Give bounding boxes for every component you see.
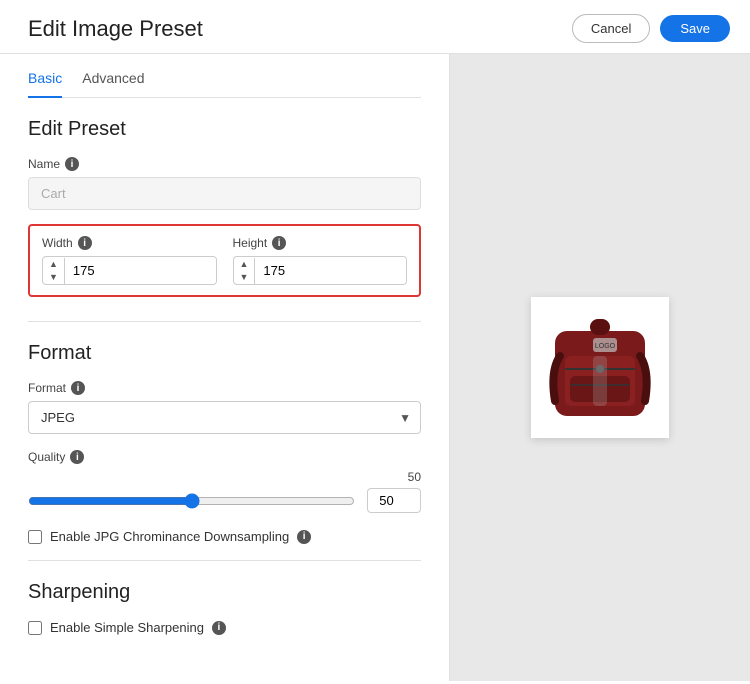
page-title: Edit Image Preset	[28, 16, 203, 42]
width-spinner: ▲ ▼	[43, 258, 65, 284]
height-input-wrap: ▲ ▼	[233, 256, 408, 285]
section-title-format: Format	[28, 342, 421, 365]
simple-sharpening-row: Enable Simple Sharpening i	[28, 620, 421, 635]
height-increment-button[interactable]: ▲	[234, 258, 255, 271]
tab-bar: Basic Advanced	[28, 54, 421, 98]
format-select-wrap: JPEG PNG GIF WebP ▼	[28, 401, 421, 434]
quality-value-label: 50	[28, 470, 421, 484]
height-field: Height i ▲ ▼	[233, 236, 408, 285]
divider-2	[28, 560, 421, 561]
name-input[interactable]	[28, 177, 421, 210]
chrominance-label: Enable JPG Chrominance Downsampling	[50, 529, 289, 544]
width-info-icon: i	[78, 236, 92, 250]
preview-panel: LOGO	[450, 54, 750, 681]
page-header: Edit Image Preset Cancel Save	[0, 0, 750, 54]
chrominance-info-icon: i	[297, 530, 311, 544]
cancel-button[interactable]: Cancel	[572, 14, 650, 43]
tab-advanced[interactable]: Advanced	[82, 70, 144, 98]
sharpening-info-icon: i	[212, 621, 226, 635]
width-input-wrap: ▲ ▼	[42, 256, 217, 285]
section-title-edit-preset: Edit Preset	[28, 118, 421, 141]
name-label: Name i	[28, 157, 421, 171]
backpack-preview-image: LOGO	[535, 301, 665, 431]
width-increment-button[interactable]: ▲	[43, 258, 64, 271]
quality-info-icon: i	[70, 450, 84, 464]
chrominance-row: Enable JPG Chrominance Downsampling i	[28, 529, 421, 544]
height-label: Height i	[233, 236, 408, 250]
quality-input[interactable]	[367, 488, 421, 513]
height-decrement-button[interactable]: ▼	[234, 271, 255, 284]
width-decrement-button[interactable]: ▼	[43, 271, 64, 284]
format-label: Format i	[28, 381, 421, 395]
quality-row	[28, 488, 421, 513]
quality-slider[interactable]	[28, 493, 355, 509]
format-info-icon: i	[71, 381, 85, 395]
main-layout: Basic Advanced Edit Preset Name i Width …	[0, 54, 750, 681]
height-spinner: ▲ ▼	[234, 258, 256, 284]
tab-basic[interactable]: Basic	[28, 70, 62, 98]
quality-section: 50	[28, 470, 421, 513]
chrominance-checkbox[interactable]	[28, 530, 42, 544]
format-section: Format Format i JPEG PNG GIF WebP ▼ Qual…	[28, 342, 421, 544]
height-info-icon: i	[272, 236, 286, 250]
preview-image-box: LOGO	[531, 297, 669, 438]
quality-label: Quality i	[28, 450, 421, 464]
format-select[interactable]: JPEG PNG GIF WebP	[28, 401, 421, 434]
svg-text:LOGO: LOGO	[595, 343, 616, 350]
header-actions: Cancel Save	[572, 14, 730, 43]
edit-preset-section: Edit Preset Name i Width i ▲	[28, 118, 421, 297]
name-info-icon: i	[65, 157, 79, 171]
divider-1	[28, 321, 421, 322]
save-button[interactable]: Save	[660, 15, 730, 42]
sharpening-section: Sharpening Enable Simple Sharpening i	[28, 581, 421, 635]
simple-sharpening-checkbox[interactable]	[28, 621, 42, 635]
left-panel: Basic Advanced Edit Preset Name i Width …	[0, 54, 450, 681]
simple-sharpening-label: Enable Simple Sharpening	[50, 620, 204, 635]
section-title-sharpening: Sharpening	[28, 581, 421, 604]
width-label: Width i	[42, 236, 217, 250]
width-field: Width i ▲ ▼	[42, 236, 217, 285]
dimensions-box: Width i ▲ ▼ Height i	[28, 224, 421, 297]
height-input[interactable]	[255, 257, 406, 284]
width-input[interactable]	[65, 257, 216, 284]
